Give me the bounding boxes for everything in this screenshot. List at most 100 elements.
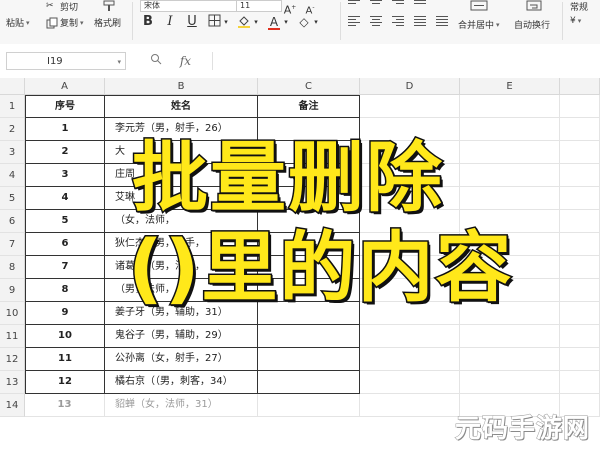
cell-seq[interactable]: 4 [25, 187, 105, 210]
name-box[interactable]: I19 ▾ [6, 52, 126, 70]
select-all-corner[interactable] [0, 78, 25, 95]
align-left-icon[interactable] [348, 16, 360, 28]
chevron-down-icon[interactable]: ▾ [578, 17, 582, 25]
align-middle-icon[interactable] [370, 0, 382, 12]
cell-empty[interactable] [560, 256, 600, 279]
cell-seq[interactable]: 11 [25, 348, 105, 371]
cell-empty[interactable] [560, 95, 600, 118]
cell-seq[interactable]: 5 [25, 210, 105, 233]
chevron-down-icon[interactable]: ▾ [26, 19, 30, 27]
row-header[interactable]: 2 [0, 118, 25, 141]
column-header-e[interactable]: E [460, 78, 560, 95]
cell-empty[interactable] [460, 348, 560, 371]
row-header[interactable]: 13 [0, 371, 25, 394]
cell-empty[interactable] [560, 118, 600, 141]
cell-name[interactable]: 公孙离（女，射手，27） [105, 348, 258, 371]
align-bottom-icon[interactable] [392, 0, 404, 12]
cell-empty[interactable] [560, 279, 600, 302]
column-header-a[interactable]: A [25, 78, 105, 95]
cell-empty[interactable] [460, 164, 560, 187]
row-header[interactable]: 3 [0, 141, 25, 164]
chevron-down-icon[interactable]: ▾ [252, 14, 260, 30]
font-name-select[interactable]: 宋体 [140, 0, 238, 12]
chevron-down-icon[interactable]: ▾ [496, 21, 500, 29]
row-header[interactable]: 6 [0, 210, 25, 233]
cell-empty[interactable] [460, 371, 560, 394]
copy-button[interactable]: 复制 ▾ [46, 16, 84, 29]
cell-empty[interactable] [460, 141, 560, 164]
underline-button[interactable]: U [184, 14, 200, 30]
justify-icon[interactable] [414, 16, 426, 28]
row-header[interactable]: 14 [0, 394, 25, 417]
cell-name[interactable]: 貂蝉（女，法师，31） [105, 394, 258, 417]
align-right-icon[interactable] [392, 16, 404, 28]
orientation-icon[interactable] [414, 0, 426, 12]
cell-name[interactable]: 鬼谷子（男，辅助，29） [105, 325, 258, 348]
merge-center-button[interactable]: 合并居中 ▾ [458, 18, 500, 32]
cell-empty[interactable] [460, 325, 560, 348]
row-header[interactable]: 12 [0, 348, 25, 371]
row-header[interactable]: 10 [0, 302, 25, 325]
font-size-select[interactable]: 11 [236, 0, 282, 12]
header-cell-name[interactable]: 姓名 [105, 95, 258, 118]
cell-seq[interactable]: 9 [25, 302, 105, 325]
row-header[interactable]: 5 [0, 187, 25, 210]
borders-icon[interactable] [206, 14, 222, 30]
cell-empty[interactable] [560, 233, 600, 256]
clear-format-icon[interactable]: ◇ [296, 14, 312, 30]
cell-empty[interactable] [560, 371, 600, 394]
header-cell-note[interactable]: 备注 [258, 95, 360, 118]
cell-empty[interactable] [460, 95, 560, 118]
cell-empty[interactable] [560, 187, 600, 210]
font-color-icon[interactable]: A [266, 14, 282, 30]
column-header-c[interactable]: C [258, 78, 360, 95]
cell-note[interactable] [258, 394, 360, 417]
column-header-f[interactable] [560, 78, 600, 95]
fill-color-icon[interactable] [236, 14, 252, 30]
cell-empty[interactable] [460, 118, 560, 141]
paste-button[interactable]: 粘贴 ▾ [6, 16, 30, 30]
row-header[interactable]: 8 [0, 256, 25, 279]
chevron-down-icon[interactable]: ▾ [222, 14, 230, 30]
cell-name[interactable]: 橘右京（（男，刺客，34） [105, 371, 258, 394]
cell-empty[interactable] [360, 95, 460, 118]
chevron-down-icon[interactable]: ▾ [312, 14, 320, 30]
format-painter-button[interactable]: 格式刷 [94, 16, 121, 29]
cell-empty[interactable] [360, 371, 460, 394]
cell-seq[interactable]: 7 [25, 256, 105, 279]
chevron-down-icon[interactable]: ▾ [117, 53, 121, 71]
fx-icon[interactable]: fx [180, 54, 191, 68]
cell-empty[interactable] [360, 348, 460, 371]
cell-seq[interactable]: 6 [25, 233, 105, 256]
row-header[interactable]: 1 [0, 95, 25, 118]
cell-seq[interactable]: 10 [25, 325, 105, 348]
cell-empty[interactable] [560, 210, 600, 233]
cell-empty[interactable] [560, 302, 600, 325]
zoom-icon[interactable] [150, 54, 166, 68]
cell-seq[interactable]: 2 [25, 141, 105, 164]
cell-empty[interactable] [460, 187, 560, 210]
row-header[interactable]: 11 [0, 325, 25, 348]
cell-note[interactable] [258, 325, 360, 348]
number-format-select[interactable]: 常规 [570, 0, 588, 13]
cell-empty[interactable] [560, 348, 600, 371]
currency-button[interactable]: ¥ ▾ [570, 16, 581, 26]
cell-seq[interactable]: 12 [25, 371, 105, 394]
align-center-icon[interactable] [370, 16, 382, 28]
cell-note[interactable] [258, 348, 360, 371]
cell-empty[interactable] [560, 325, 600, 348]
cell-seq[interactable]: 13 [25, 394, 105, 417]
bold-button[interactable]: B [140, 14, 156, 30]
chevron-down-icon[interactable]: ▾ [80, 19, 84, 27]
column-header-b[interactable]: B [105, 78, 258, 95]
italic-button[interactable]: I [162, 14, 178, 30]
cell-empty[interactable] [560, 141, 600, 164]
cell-empty[interactable] [560, 164, 600, 187]
cell-seq[interactable]: 8 [25, 279, 105, 302]
row-header[interactable]: 4 [0, 164, 25, 187]
cut-button[interactable]: ✂ 剪切 [46, 0, 78, 14]
cell-empty[interactable] [360, 394, 460, 417]
wrap-text-button[interactable]: 自动换行 [514, 18, 550, 31]
column-header-d[interactable]: D [360, 78, 460, 95]
formula-input[interactable] [212, 52, 600, 70]
